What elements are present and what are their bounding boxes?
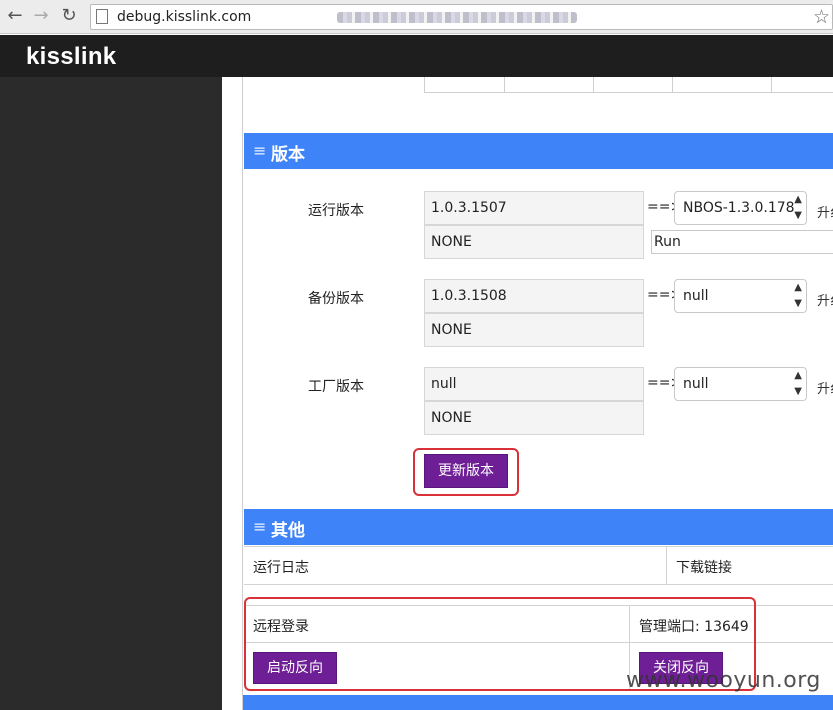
backup-version-status: NONE bbox=[424, 313, 644, 347]
url-text: debug.kisslink.com bbox=[117, 9, 252, 25]
running-version-label: 运行版本 bbox=[308, 203, 364, 219]
select-value: null bbox=[683, 288, 709, 304]
factory-version-value: null bbox=[424, 367, 644, 401]
select-arrows-icon: ▲ ▼ bbox=[794, 370, 802, 397]
reload-icon[interactable]: ↻ bbox=[58, 5, 80, 27]
upgrade-label-truncated[interactable]: 升纟 bbox=[817, 378, 833, 397]
menu-icon: ≡ bbox=[253, 517, 267, 536]
factory-version-select[interactable]: null ▲ ▼ bbox=[674, 367, 807, 401]
backup-version-label: 备份版本 bbox=[308, 291, 364, 307]
factory-version-status: NONE bbox=[424, 401, 644, 435]
main-content: ≡ 版本 运行版本 1.0.3.1507 NONE ==> NBOS-1.3.0… bbox=[242, 77, 833, 710]
sidebar bbox=[0, 77, 222, 710]
running-version-value: 1.0.3.1507 bbox=[424, 191, 644, 225]
page-icon bbox=[96, 9, 108, 24]
previous-table-bottom bbox=[424, 77, 833, 93]
backup-version-value: 1.0.3.1508 bbox=[424, 279, 644, 313]
upgrade-label-truncated[interactable]: 升纟 bbox=[817, 290, 833, 309]
run-mode-field[interactable]: Run bbox=[651, 230, 833, 254]
factory-version-label: 工厂版本 bbox=[308, 379, 364, 395]
divider bbox=[666, 546, 667, 585]
running-version-status: NONE bbox=[424, 225, 644, 259]
forward-arrow-icon[interactable]: → bbox=[30, 5, 52, 27]
logo: kisslink bbox=[26, 43, 117, 70]
select-arrows-icon: ▲ ▼ bbox=[794, 282, 802, 309]
address-bar[interactable]: debug.kisslink.com ☆ bbox=[90, 4, 833, 30]
select-value: null bbox=[683, 376, 709, 392]
section-title: 版本 bbox=[271, 145, 305, 165]
select-value: NBOS-1.3.0.178 bbox=[683, 200, 795, 216]
bookmark-star-icon[interactable]: ☆ bbox=[813, 6, 830, 28]
log-row bbox=[244, 546, 833, 585]
version-section-header: ≡ 版本 bbox=[244, 133, 833, 169]
other-section-header: ≡ 其他 bbox=[244, 509, 833, 545]
url-redacted-path bbox=[337, 12, 577, 23]
select-arrows-icon: ▲ ▼ bbox=[794, 194, 802, 221]
browser-toolbar: ← → ↻ debug.kisslink.com ☆ bbox=[0, 0, 833, 34]
download-link-label[interactable]: 下载链接 bbox=[676, 557, 732, 577]
back-arrow-icon[interactable]: ← bbox=[4, 5, 26, 27]
update-version-button[interactable]: 更新版本 bbox=[424, 454, 508, 488]
section-title: 其他 bbox=[271, 521, 305, 541]
watermark: www.wooyun.org bbox=[626, 668, 821, 693]
next-section-header bbox=[243, 695, 833, 710]
backup-version-select[interactable]: null ▲ ▼ bbox=[674, 279, 807, 313]
app-header: kisslink bbox=[0, 35, 833, 77]
run-log-label[interactable]: 运行日志 bbox=[253, 557, 309, 577]
upgrade-label-truncated[interactable]: 升纟 bbox=[817, 202, 833, 221]
menu-icon: ≡ bbox=[253, 141, 267, 160]
running-version-select[interactable]: NBOS-1.3.0.178 ▲ ▼ bbox=[674, 191, 807, 225]
